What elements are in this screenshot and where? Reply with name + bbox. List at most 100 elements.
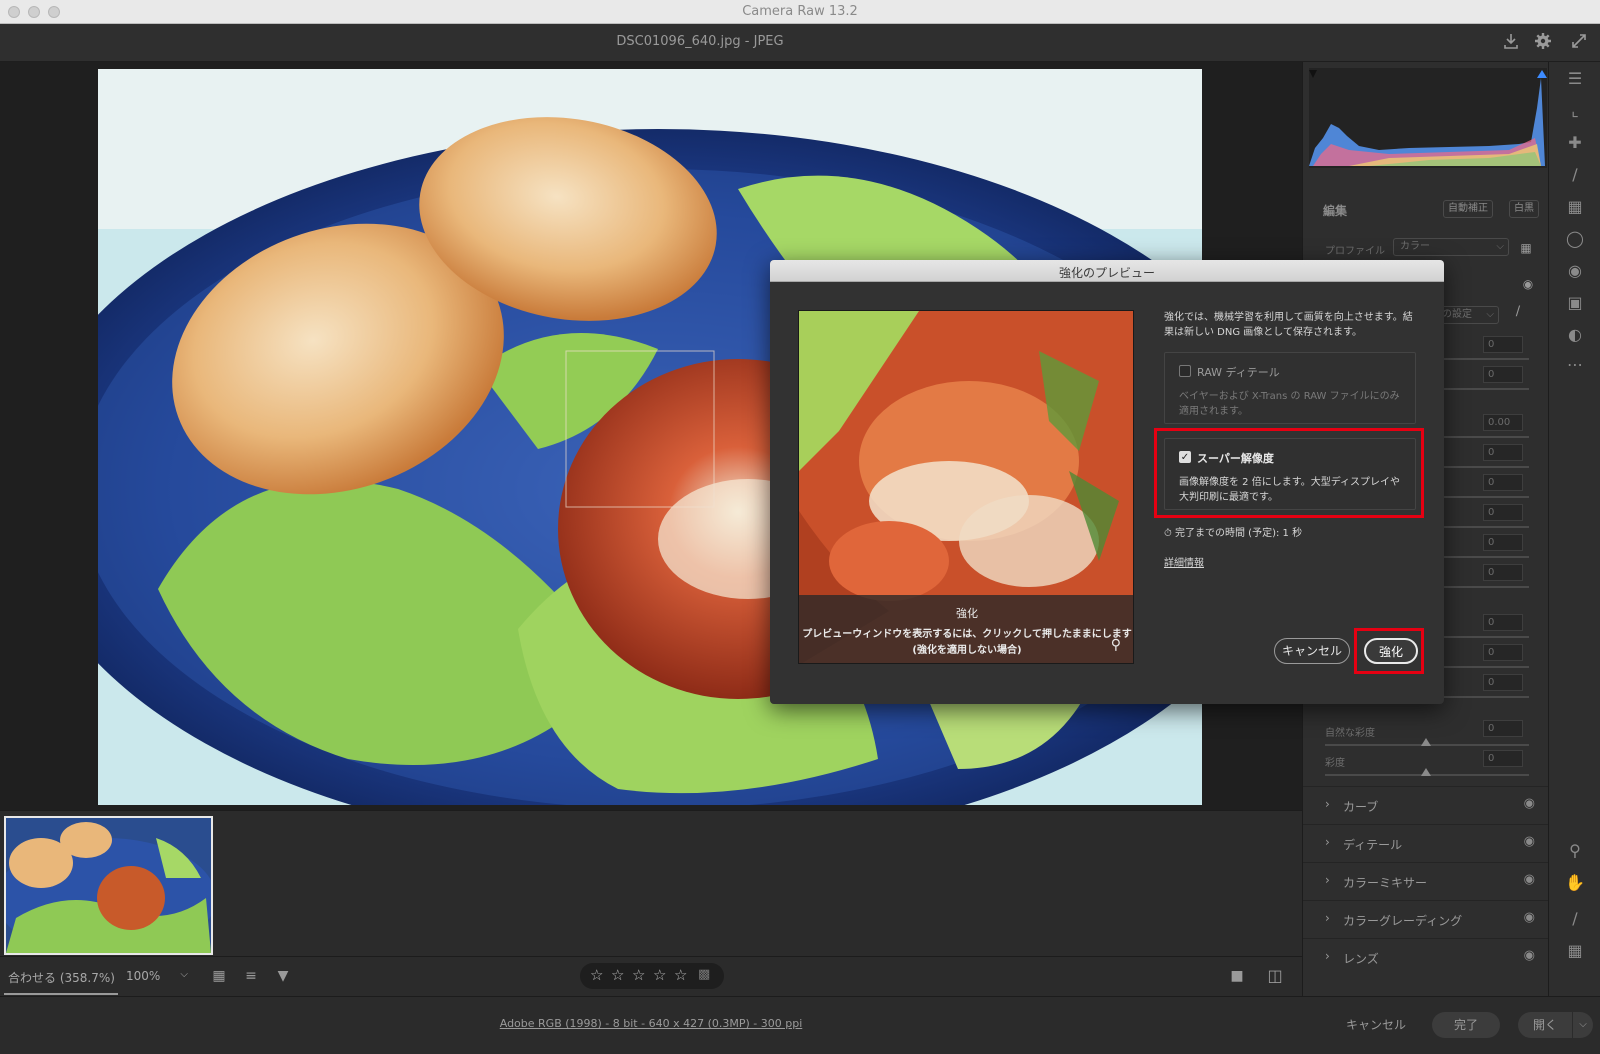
time-estimate-text: 完了までの時間 (予定): 1 秒 <box>1175 528 1303 539</box>
chevron-right-icon: › <box>1325 835 1330 849</box>
profile-browser-icon[interactable]: ▦ <box>1515 238 1537 260</box>
eye-icon[interactable]: ◉ <box>1524 834 1535 849</box>
slider-value[interactable]: 0 <box>1483 444 1523 461</box>
raw-detail-option[interactable]: RAW ディテール ベイヤーおよび X-Trans の RAW ファイルにのみ適… <box>1164 352 1416 424</box>
open-options-chevron-icon[interactable]: ⌵ <box>1573 1012 1593 1038</box>
gear-icon[interactable] <box>1532 32 1554 54</box>
profile-label: プロファイル <box>1325 246 1385 257</box>
healing-icon[interactable]: ✚ <box>1564 132 1586 154</box>
slider-value[interactable]: 0 <box>1483 534 1523 551</box>
slider-value[interactable]: 0 <box>1483 564 1523 581</box>
zoom-icon[interactable]: ⚲ <box>1564 840 1586 862</box>
preview-caption-line1: プレビューウィンドウを表示するには、クリックして押したままにします <box>802 629 1132 640</box>
chevron-down-icon: ⌵ <box>1496 241 1504 252</box>
star-icon-3[interactable]: ☆ <box>632 966 645 984</box>
profile-select[interactable]: カラー ⌵ <box>1393 238 1509 256</box>
done-button[interactable]: 完了 <box>1432 1012 1500 1038</box>
saturation-value[interactable]: 0 <box>1483 750 1523 767</box>
chevron-down-icon: ⌵ <box>1486 309 1494 320</box>
crop-icon[interactable]: ⌞ <box>1564 100 1586 122</box>
slider-value[interactable]: 0 <box>1483 614 1523 631</box>
before-after-icon[interactable]: ◫ <box>1264 966 1286 988</box>
sliders-icon[interactable]: ☰ <box>1564 68 1586 90</box>
star-icon-4[interactable]: ☆ <box>653 966 666 984</box>
slider-value[interactable]: 0 <box>1483 336 1523 353</box>
section-color-grading[interactable]: › カラーグレーディング ◉ <box>1303 900 1549 938</box>
raw-detail-checkbox[interactable] <box>1179 365 1191 377</box>
zoom-select[interactable]: 100% ⌵ <box>126 969 190 983</box>
edit-heading: 編集 <box>1323 204 1348 218</box>
highlight-box-super-resolution <box>1154 428 1424 518</box>
section-label: ディテール <box>1343 838 1403 852</box>
filmstrip-thumbnail[interactable] <box>4 816 213 955</box>
filter-icon[interactable]: ▼ <box>272 966 294 988</box>
eye-icon[interactable]: ◉ <box>1524 872 1535 887</box>
radial-filter-icon[interactable]: ◯ <box>1564 228 1586 250</box>
bottom-toolbar: 合わせる (358.7%) 100% ⌵ ▦ ≡ ▼ ☆ ☆ ☆ ☆ ☆ ▩ ■… <box>0 956 1302 996</box>
slider-value[interactable]: 0 <box>1483 504 1523 521</box>
details-link[interactable]: 詳細情報 <box>1164 554 1204 569</box>
star-icon-5[interactable]: ☆ <box>674 966 687 984</box>
highlight-box-enhance <box>1354 628 1424 674</box>
document-title: DSC01096_640.jpg - JPEG <box>616 34 784 49</box>
section-color-mixer[interactable]: › カラーミキサー ◉ <box>1303 862 1549 900</box>
snapshots-icon[interactable]: ▣ <box>1564 292 1586 314</box>
vibrance-slider-thumb[interactable] <box>1421 738 1431 746</box>
eye-icon[interactable]: ◉ <box>1524 796 1535 811</box>
chevron-right-icon: › <box>1325 949 1330 963</box>
more-icon[interactable]: ⋯ <box>1564 354 1586 376</box>
eyedropper-icon[interactable]: ∕ <box>1507 302 1529 324</box>
chevron-right-icon: › <box>1325 873 1330 887</box>
red-eye-icon[interactable]: ◉ <box>1564 260 1586 282</box>
sort-icon[interactable]: ≡ <box>240 966 262 988</box>
star-icon-2[interactable]: ☆ <box>611 966 624 984</box>
expand-icon[interactable] <box>1568 32 1590 54</box>
vibrance-value[interactable]: 0 <box>1483 720 1523 737</box>
zoom-out-icon[interactable]: ⚲ <box>1111 637 1121 653</box>
open-button[interactable]: 開く <box>1518 1012 1572 1038</box>
color-sampler-icon[interactable]: ∕ <box>1564 908 1586 930</box>
raw-detail-label: RAW ディテール <box>1197 366 1280 379</box>
hand-icon[interactable]: ✋ <box>1564 872 1586 894</box>
status-bar: Adobe RGB (1998) - 8 bit - 640 x 427 (0.… <box>0 996 1600 1054</box>
brush-icon[interactable]: ∕ <box>1564 164 1586 186</box>
section-curve[interactable]: › カーブ ◉ <box>1303 786 1549 824</box>
eye-icon[interactable]: ◉ <box>1524 948 1535 963</box>
single-view-icon[interactable]: ■ <box>1226 966 1248 988</box>
slider-value[interactable]: 0.00 <box>1483 414 1523 431</box>
dialog-cancel-button[interactable]: キャンセル <box>1274 638 1350 664</box>
time-estimate: ⏱ 完了までの時間 (予定): 1 秒 <box>1164 524 1302 539</box>
eye-icon[interactable]: ◉ <box>1524 910 1535 925</box>
dialog-titlebar[interactable]: 強化のプレビュー <box>770 260 1444 282</box>
grid-icon[interactable]: ▦ <box>1564 940 1586 962</box>
slider-value[interactable]: 0 <box>1483 474 1523 491</box>
slider-value[interactable]: 0 <box>1483 674 1523 691</box>
slider-value[interactable]: 0 <box>1483 644 1523 661</box>
document-bar: DSC01096_640.jpg - JPEG <box>0 24 1600 62</box>
trash-icon[interactable]: ▩ <box>698 967 710 982</box>
fit-zoom-button[interactable]: 合わせる (358.7%) <box>8 969 115 986</box>
white-balance-select[interactable]: の設定 ⌵ <box>1435 306 1499 324</box>
black-white-button[interactable]: 白黒 <box>1509 200 1539 218</box>
section-lens[interactable]: › レンズ ◉ <box>1303 938 1549 976</box>
filmstrip-options-icon[interactable]: ▦ <box>208 966 230 988</box>
auto-button[interactable]: 自動補正 <box>1443 200 1493 218</box>
download-icon[interactable] <box>1500 32 1522 54</box>
section-label: カーブ <box>1343 800 1379 814</box>
section-detail[interactable]: › ディテール ◉ <box>1303 824 1549 862</box>
gradient-icon[interactable]: ▦ <box>1564 196 1586 218</box>
preview-caption-title: 強化 <box>956 607 978 620</box>
workflow-options-link[interactable]: Adobe RGB (1998) - 8 bit - 640 x 427 (0.… <box>0 1017 1302 1030</box>
eye-icon[interactable]: ◉ <box>1517 274 1539 296</box>
presets-icon[interactable]: ◐ <box>1564 324 1586 346</box>
star-icon-1[interactable]: ☆ <box>590 966 603 984</box>
enhance-preview-image[interactable]: 強化 プレビューウィンドウを表示するには、クリックして押したままにします (強化… <box>798 310 1134 664</box>
cancel-button[interactable]: キャンセル <box>1338 1012 1414 1038</box>
tool-strip: ☰ ⌞ ✚ ∕ ▦ ◯ ◉ ▣ ◐ ⋯ ⚲ ✋ ∕ ▦ <box>1548 62 1600 996</box>
slider-value[interactable]: 0 <box>1483 366 1523 383</box>
saturation-slider-thumb[interactable] <box>1421 768 1431 776</box>
rating-stars[interactable]: ☆ ☆ ☆ ☆ ☆ ▩ <box>580 963 724 989</box>
filmstrip <box>0 810 1302 956</box>
raw-detail-description: ベイヤーおよび X-Trans の RAW ファイルにのみ適用されます。 <box>1179 391 1400 417</box>
histogram <box>1309 68 1547 168</box>
